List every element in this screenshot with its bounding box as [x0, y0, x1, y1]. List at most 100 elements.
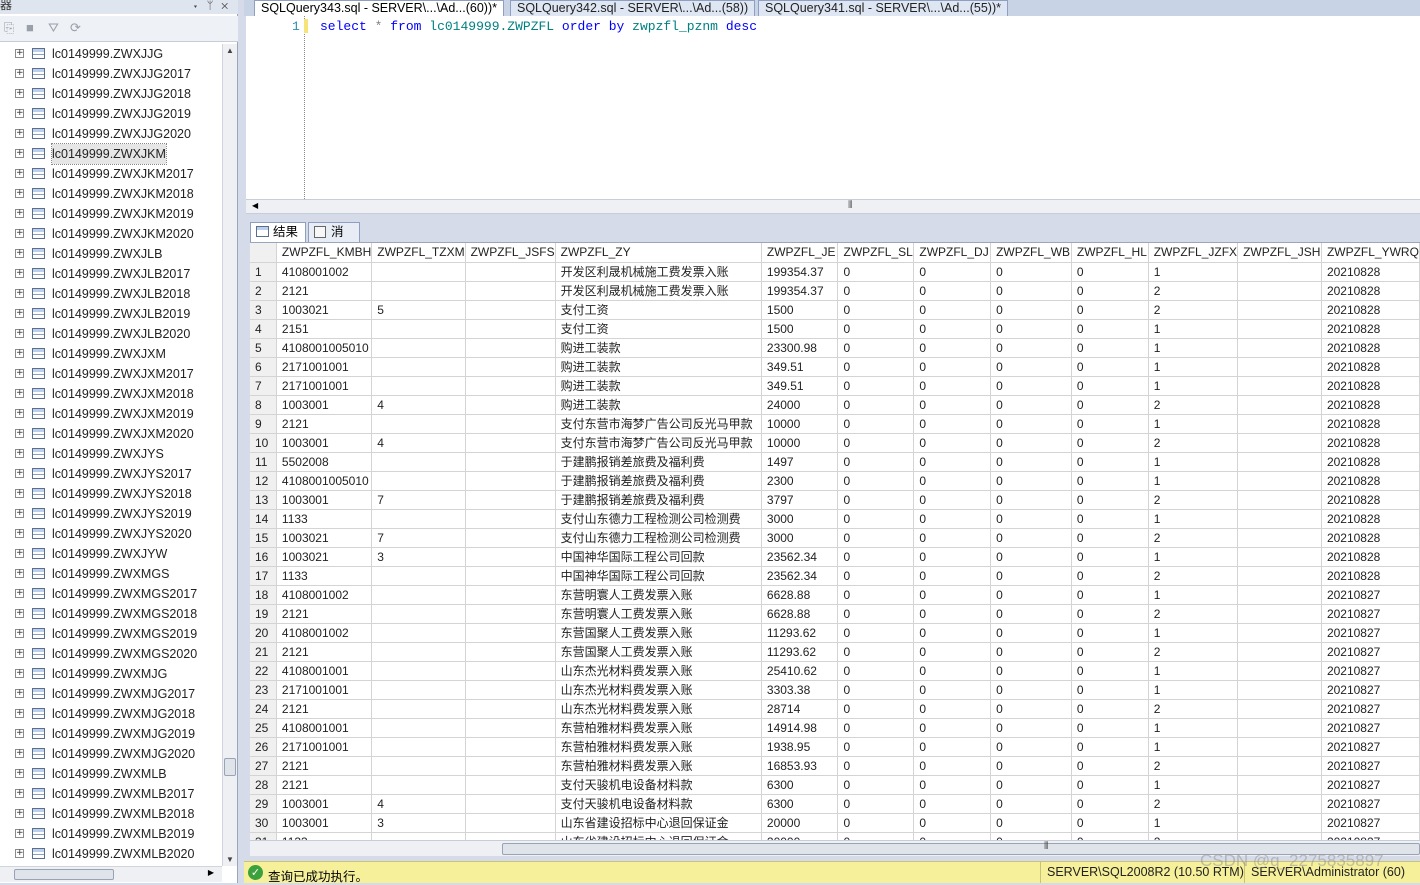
column-header[interactable]: ZWPZFL_ZY	[555, 243, 762, 263]
table-cell[interactable]: 10000	[761, 433, 839, 453]
table-cell[interactable]: 349.51	[761, 357, 839, 377]
tree-item[interactable]: + lc0149999.ZWXJJG2019	[0, 104, 222, 124]
tree-item[interactable]: + lc0149999.ZWXJJG2020	[0, 124, 222, 144]
table-cell[interactable]: 20210827	[1321, 623, 1420, 643]
table-cell[interactable]	[1237, 395, 1322, 415]
tree-item[interactable]: + lc0149999.ZWXMLB2017	[0, 784, 222, 804]
table-cell[interactable]	[1237, 414, 1322, 434]
table-cell[interactable]: 于建鹏报销差旅费及福利费	[555, 452, 762, 472]
table-cell[interactable]: 0	[990, 813, 1072, 833]
expand-icon[interactable]: +	[15, 569, 24, 578]
table-cell[interactable]: 2	[1148, 604, 1239, 624]
table-cell[interactable]: 20210827	[1321, 737, 1420, 757]
tree-item[interactable]: + lc0149999.ZWXMJG2020	[0, 744, 222, 764]
table-cell[interactable]: 7	[371, 528, 466, 548]
table-cell[interactable]: 0	[1071, 699, 1149, 719]
expand-icon[interactable]: +	[15, 529, 24, 538]
table-cell[interactable]: 20210827	[1321, 604, 1420, 624]
tree-item[interactable]: + lc0149999.ZWXJYS2017	[0, 464, 222, 484]
table-cell[interactable]: 0	[913, 319, 992, 339]
table-cell[interactable]: 东营柏雅材料费发票入账	[555, 756, 762, 776]
row-number[interactable]: 12	[250, 471, 277, 491]
tree-item[interactable]: + lc0149999.ZWXJYS2019	[0, 504, 222, 524]
tree-item[interactable]: + lc0149999.ZWXJKM2020	[0, 224, 222, 244]
table-row[interactable]: 14 1133 支付山东德力工程检测公司检测费 3000 0 0 0 0 1 20210828	[250, 509, 1420, 529]
table-cell[interactable]: 1003001	[276, 813, 373, 833]
table-cell[interactable]: 25410.62	[761, 661, 839, 681]
table-cell[interactable]: 0	[990, 376, 1072, 396]
expand-icon[interactable]: +	[15, 369, 24, 378]
table-cell[interactable]: 0	[990, 547, 1072, 567]
table-cell[interactable]: 0	[913, 471, 992, 491]
expand-icon[interactable]: +	[15, 649, 24, 658]
dropdown-icon[interactable]: ▾	[192, 0, 207, 12]
row-number[interactable]: 18	[250, 585, 277, 605]
tree-item[interactable]: + lc0149999.ZWXJJG2018	[0, 84, 222, 104]
table-cell[interactable]: 20210828	[1321, 357, 1420, 377]
table-cell[interactable]: 0	[913, 642, 992, 662]
table-cell[interactable]: 0	[1071, 642, 1149, 662]
tree-item[interactable]: + lc0149999.ZWXJXM2018	[0, 384, 222, 404]
row-number[interactable]: 13	[250, 490, 277, 510]
table-cell[interactable]	[371, 262, 466, 282]
table-cell[interactable]: 0	[990, 718, 1072, 738]
table-cell[interactable]: 4108001002	[276, 262, 373, 282]
table-cell[interactable]	[371, 775, 466, 795]
table-cell[interactable]: 0	[1071, 623, 1149, 643]
table-row[interactable]: 26 2171001001 东营柏雅材料费发票入账 1938.95 0 0 0 0 1 20210…	[250, 737, 1420, 757]
table-cell[interactable]: 0	[913, 528, 992, 548]
table-cell[interactable]	[1237, 490, 1322, 510]
tree-item[interactable]: + lc0149999.ZWXJLB2017	[0, 264, 222, 284]
table-cell[interactable]: 0	[913, 794, 992, 814]
table-cell[interactable]	[465, 281, 556, 301]
table-cell[interactable]	[371, 376, 466, 396]
expand-icon[interactable]: +	[15, 509, 24, 518]
table-cell[interactable]: 0	[913, 262, 992, 282]
table-cell[interactable]: 0	[990, 509, 1072, 529]
row-number[interactable]: 16	[250, 547, 277, 567]
tab-sqlquery343[interactable]: SQLQuery343.sql - SERVER\...\Ad...(60))*	[254, 0, 504, 16]
expand-icon[interactable]: +	[15, 329, 24, 338]
table-cell[interactable]: 14914.98	[761, 718, 839, 738]
table-cell[interactable]	[1237, 737, 1322, 757]
table-cell[interactable]	[371, 756, 466, 776]
table-cell[interactable]: 24000	[761, 395, 839, 415]
table-cell[interactable]: 支付工资	[555, 319, 762, 339]
stop-icon[interactable]: ■	[26, 20, 34, 35]
scroll-up-icon[interactable]: ▲	[226, 46, 234, 55]
expand-icon[interactable]: +	[15, 189, 24, 198]
table-cell[interactable]: 1	[1148, 509, 1239, 529]
table-cell[interactable]	[465, 775, 556, 795]
tree-item[interactable]: + lc0149999.ZWXJKM2018	[0, 184, 222, 204]
table-cell[interactable]: 0	[837, 528, 915, 548]
table-row[interactable]: 16 1003021 3 中国神华国际工程公司回款 23562.34 0 0 0 0 1 20210…	[250, 547, 1420, 567]
table-cell[interactable]	[465, 642, 556, 662]
table-cell[interactable]: 0	[990, 756, 1072, 776]
table-cell[interactable]: 0	[1071, 395, 1149, 415]
table-cell[interactable]: 0	[990, 585, 1072, 605]
expand-icon[interactable]: +	[15, 449, 24, 458]
table-cell[interactable]: 0	[990, 699, 1072, 719]
table-cell[interactable]: 东营柏雅材料费发票入账	[555, 737, 762, 757]
table-cell[interactable]: 199354.37	[761, 262, 839, 282]
close-icon[interactable]: ✕	[221, 0, 236, 12]
tree-item[interactable]: + lc0149999.ZWXMGS2018	[0, 604, 222, 624]
table-cell[interactable]: 0	[913, 433, 992, 453]
table-row[interactable]: 15 1003021 7 支付山东德力工程检测公司检测费 3000 0 0 0 0 2 202108…	[250, 528, 1420, 548]
table-cell[interactable]: 20210828	[1321, 471, 1420, 491]
table-cell[interactable]: 支付工资	[555, 300, 762, 320]
tree-item[interactable]: + lc0149999.ZWXJYW	[0, 544, 222, 564]
table-cell[interactable]: 3	[371, 813, 466, 833]
tree-item[interactable]: + lc0149999.ZWXJXM2017	[0, 364, 222, 384]
table-cell[interactable]	[1237, 376, 1322, 396]
tree-item[interactable]: + lc0149999.ZWXMLB2020	[0, 844, 222, 864]
table-cell[interactable]: 20210828	[1321, 566, 1420, 586]
table-cell[interactable]: 0	[990, 471, 1072, 491]
table-cell[interactable]: 0	[990, 623, 1072, 643]
splitter-grip-icon[interactable]: ⦀	[848, 200, 852, 211]
table-cell[interactable]: 0	[1071, 832, 1149, 840]
expand-icon[interactable]: +	[15, 729, 24, 738]
table-cell[interactable]	[1237, 813, 1322, 833]
table-cell[interactable]	[371, 471, 466, 491]
table-cell[interactable]: 0	[837, 395, 915, 415]
